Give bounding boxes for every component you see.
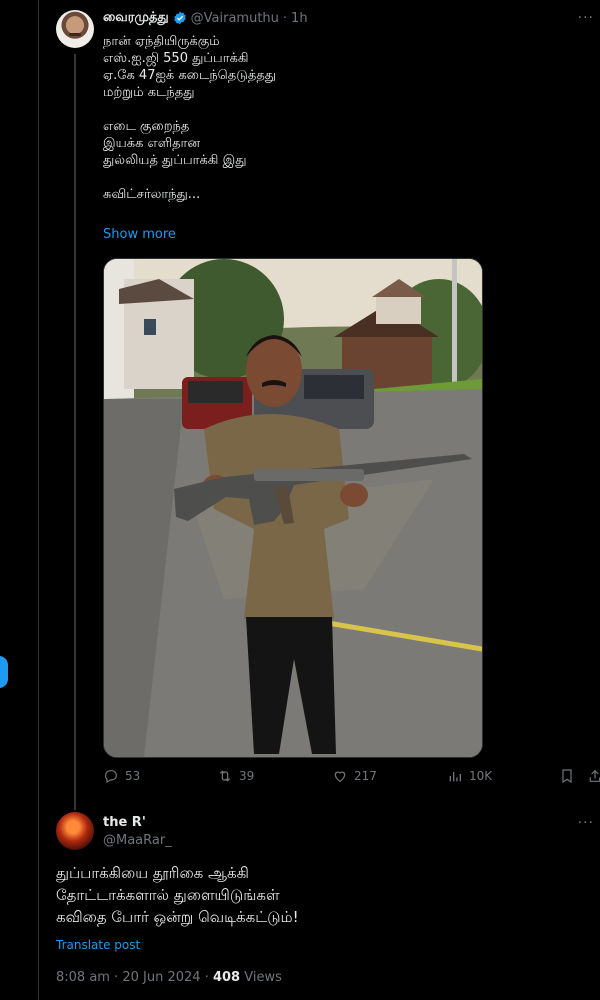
thread-connector-line bbox=[74, 54, 76, 810]
reply-text: துப்பாக்கியை தூரிகை ஆக்கி தோட்டாக்களால் … bbox=[56, 862, 299, 928]
reply-line: கவிதை போர் ஒன்று வெடிக்கட்டும்! bbox=[56, 908, 299, 926]
photo-illustration bbox=[104, 259, 482, 757]
reply-line: துப்பாக்கியை தூரிகை ஆக்கி bbox=[56, 864, 249, 882]
reply-author-name[interactable]: the R' bbox=[103, 815, 146, 830]
separator-dot: · bbox=[282, 10, 288, 26]
like-count: 217 bbox=[354, 769, 377, 783]
share-action[interactable] bbox=[587, 768, 600, 784]
bookmark-icon bbox=[562, 769, 572, 784]
share-icon bbox=[589, 769, 600, 782]
tweet-line bbox=[103, 101, 453, 118]
tweet-line: ஏ.கே 47ஐக் கடைந்தெடுத்தது bbox=[103, 68, 277, 83]
author-name[interactable]: வைரமுத்து bbox=[103, 10, 169, 26]
view-count: 10K bbox=[469, 769, 493, 783]
verified-badge-icon bbox=[173, 11, 186, 25]
more-dots-icon[interactable]: ··· bbox=[578, 815, 594, 831]
tweet-time[interactable]: 1h bbox=[291, 11, 308, 26]
tweet-line: இயக்க எளிதான bbox=[103, 136, 200, 151]
tweet-line: மற்றும் கடந்தது bbox=[103, 85, 195, 100]
reply-meta: 8:08 am · 20 Jun 2024 · 408 Views bbox=[56, 970, 282, 985]
author-avatar[interactable] bbox=[56, 10, 94, 48]
reply-count: 53 bbox=[125, 769, 141, 783]
tweet-line: சுவிட்சர்லாந்து... bbox=[103, 187, 201, 202]
analytics-icon bbox=[449, 772, 461, 782]
tweet-text: நான் ஏந்தியிருக்கும் எஸ்.ஐ.ஜி 550 துப்பா… bbox=[103, 33, 453, 203]
tweet-line: எஸ்.ஐ.ஜி 550 துப்பாக்கி bbox=[103, 51, 249, 66]
tweet-line: நான் ஏந்தியிருக்கும் bbox=[103, 34, 220, 49]
reply-action[interactable]: 53 bbox=[103, 768, 140, 784]
more-dots-icon[interactable]: ··· bbox=[578, 10, 594, 26]
show-more-link[interactable]: Show more bbox=[103, 227, 176, 242]
tweet-actions: 53 39 217 10K bbox=[103, 768, 600, 788]
tweet-line: எடை குறைந்த bbox=[103, 119, 190, 134]
translate-post-link[interactable]: Translate post bbox=[56, 938, 140, 952]
bookmark-action[interactable] bbox=[559, 768, 575, 784]
repost-count: 39 bbox=[239, 769, 255, 783]
author-handle[interactable]: @Vairamuthu bbox=[191, 11, 279, 26]
like-action[interactable]: 217 bbox=[332, 768, 377, 784]
repost-icon bbox=[219, 770, 231, 782]
tweet-line bbox=[103, 169, 453, 186]
column-divider bbox=[38, 0, 39, 1000]
tweet-photo[interactable] bbox=[103, 258, 483, 758]
tweet-header: வைரமுத்து @Vairamuthu · 1h bbox=[103, 10, 308, 26]
reply-views-count: 408 bbox=[212, 970, 241, 985]
reply-icon bbox=[105, 770, 117, 784]
reply-line: தோட்டாக்களால் துளையிடுங்கள் bbox=[56, 886, 280, 904]
reply-timestamp[interactable]: 8:08 am · 20 Jun 2024 · bbox=[56, 970, 213, 985]
reply-avatar[interactable] bbox=[56, 812, 94, 850]
reply-author-handle[interactable]: @MaaRar_ bbox=[103, 833, 172, 848]
reply-views-label: Views bbox=[240, 970, 282, 985]
views-action[interactable]: 10K bbox=[447, 768, 492, 784]
repost-action[interactable]: 39 bbox=[217, 768, 254, 784]
tweet-line: துல்லியத் துப்பாக்கி இது bbox=[103, 153, 247, 168]
heart-icon bbox=[334, 771, 346, 783]
compose-button[interactable] bbox=[0, 656, 8, 688]
